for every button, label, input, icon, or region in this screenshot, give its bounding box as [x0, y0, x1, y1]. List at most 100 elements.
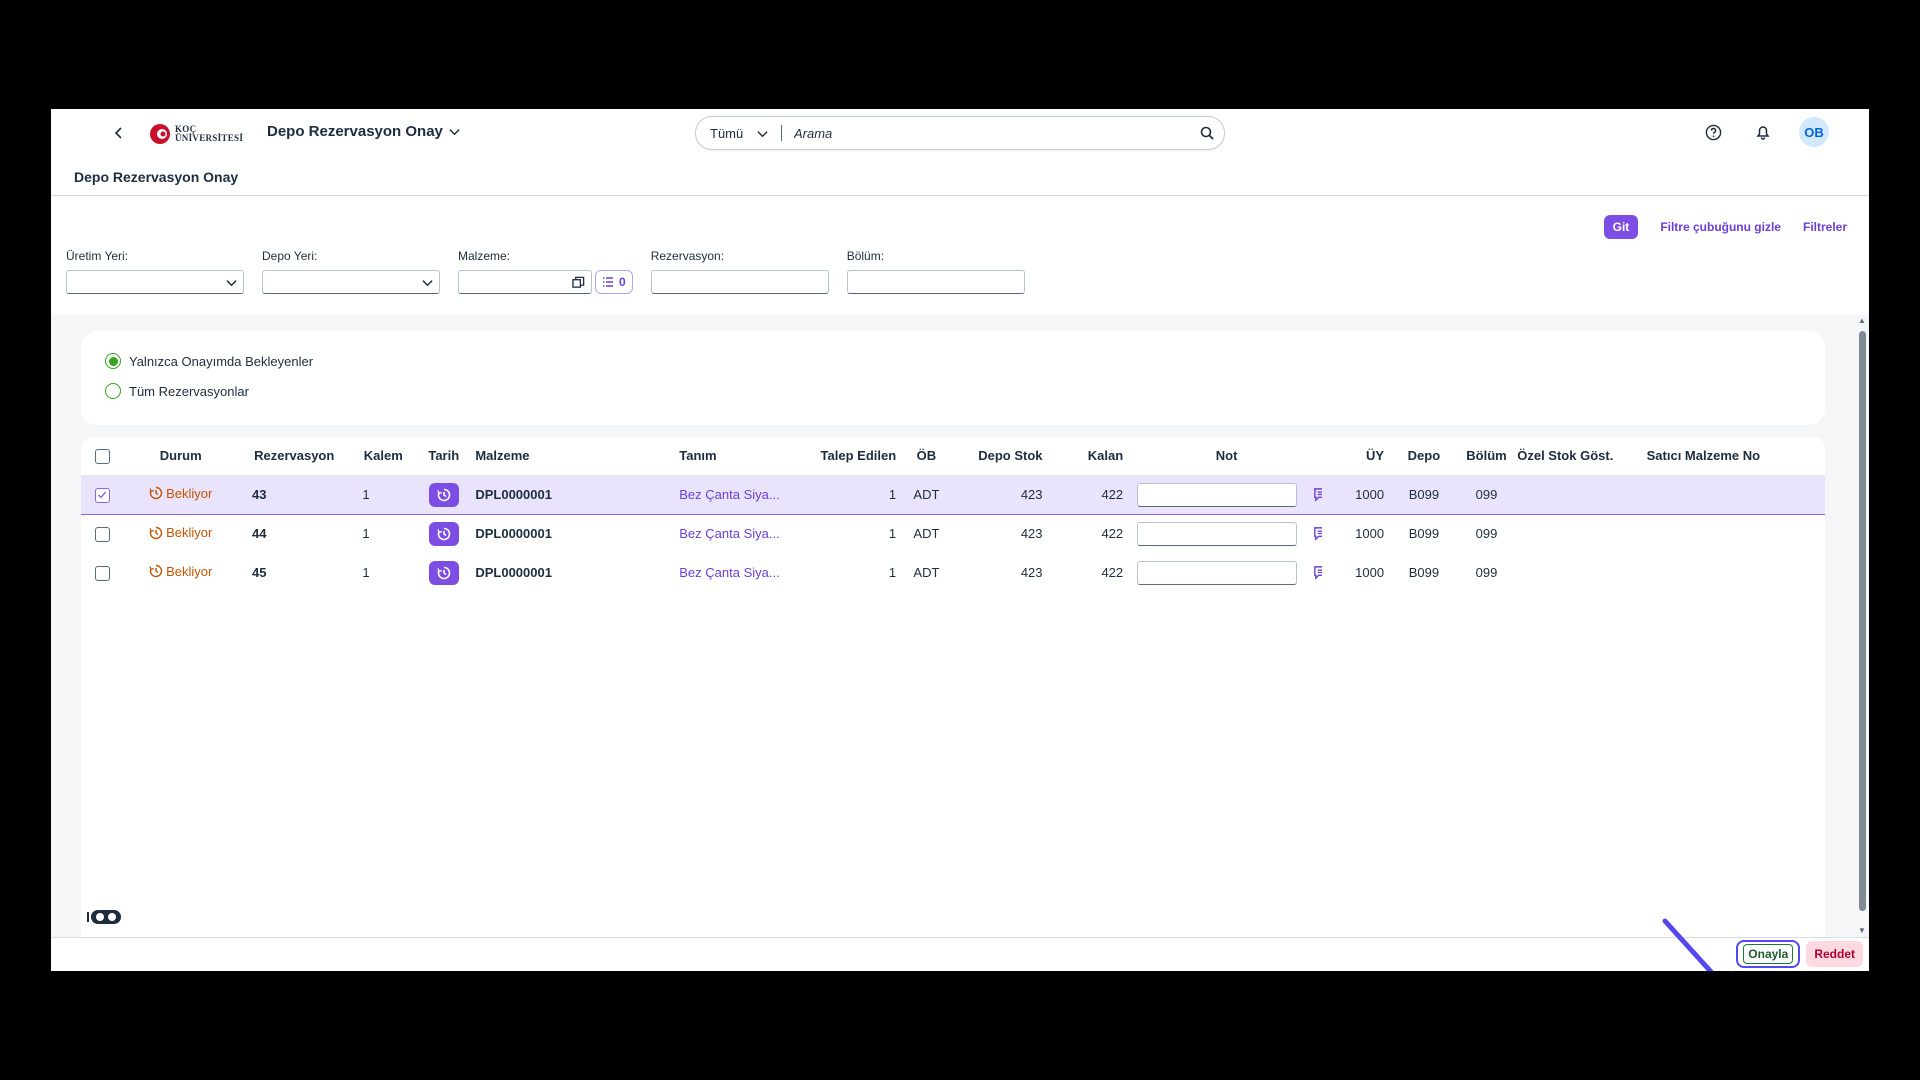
material-token-button[interactable]: 0 — [595, 270, 633, 294]
comment-button[interactable] — [1313, 565, 1323, 580]
row-checkbox[interactable] — [94, 565, 110, 581]
go-button[interactable]: Git — [1603, 215, 1639, 239]
reject-button[interactable]: Reddet — [1806, 941, 1863, 967]
row-checkbox[interactable] — [94, 526, 110, 542]
plant-select[interactable] — [66, 270, 244, 294]
table-row[interactable]: Bekliyor 44 1 DPL0000001 Bez Çanta Siya... 1 A… — [81, 514, 1825, 553]
app-window: KOÇ ÜNİVERSİTESİ Depo Rezervasyon Onay T… — [51, 109, 1869, 971]
comment-button[interactable] — [1313, 487, 1323, 502]
stock-cell: 423 — [1020, 565, 1043, 580]
date-history-button[interactable] — [428, 560, 459, 585]
vendor-material-cell — [1647, 553, 1825, 592]
description-link[interactable]: Bez Çanta Siya... — [679, 565, 779, 580]
plant-cell: 1000 — [1322, 475, 1393, 514]
logo-wordmark: KOÇ ÜNİVERSİTESİ — [175, 125, 243, 143]
radio-all-reservations[interactable]: Tüm Rezervasyonlar — [105, 383, 249, 399]
table-row[interactable]: Bekliyor 45 1 DPL0000001 Bez Çanta Siya... 1 A… — [81, 553, 1825, 592]
comment-button[interactable] — [1313, 526, 1323, 542]
col-header-special-stock[interactable]: Özel Stok Göst. — [1517, 437, 1647, 476]
col-header-plant[interactable]: ÜY — [1322, 437, 1393, 476]
search-input[interactable] — [782, 125, 1190, 141]
filters-link[interactable]: Filtreler — [1803, 220, 1847, 234]
clock-pending-icon — [149, 526, 163, 539]
storage-select[interactable] — [262, 270, 440, 294]
description-cell: Bez Çanta Siya... — [679, 514, 787, 553]
comment-icon — [1313, 488, 1323, 502]
col-header-item[interactable]: Kalem — [350, 437, 417, 476]
table-row[interactable]: Bekliyor 43 1 DPL0000001 Bez Çanta Siya... 1 A… — [81, 475, 1825, 514]
row-select-cell — [81, 514, 123, 553]
notifications-button[interactable] — [1749, 118, 1777, 146]
col-header-material[interactable]: Malzeme — [471, 437, 680, 476]
unit-cell: ADT — [913, 565, 940, 580]
col-header-stock[interactable]: Depo Stok — [948, 437, 1051, 476]
reservation-cell: 44 — [251, 526, 267, 542]
col-header-date[interactable]: Tarih — [416, 437, 472, 476]
select-all-cell — [81, 437, 124, 476]
koc-logo-mark-icon — [150, 124, 170, 144]
row-checkbox[interactable] — [94, 487, 110, 503]
radio-selected-indicator — [105, 353, 121, 369]
material-input[interactable] — [458, 270, 592, 294]
col-header-unit[interactable]: ÖB — [904, 437, 949, 476]
reservation-input[interactable] — [650, 270, 829, 294]
status-text: Bekliyor — [166, 563, 213, 579]
col-header-status[interactable]: Durum — [123, 437, 238, 476]
col-header-vendor-material[interactable]: Satıcı Malzeme No — [1646, 437, 1825, 476]
note-input[interactable] — [1137, 482, 1298, 507]
app-title-menu[interactable]: Depo Rezervasyon Onay — [267, 123, 460, 140]
date-cell — [416, 514, 471, 553]
vendor-material-cell — [1646, 475, 1825, 514]
storage-label: Depo Yeri: — [262, 249, 318, 263]
search-scope-select[interactable]: Tümü — [696, 125, 782, 141]
col-header-remaining[interactable]: Kalan — [1050, 437, 1132, 476]
item-cell: 1 — [350, 475, 417, 514]
row-select-cell — [81, 475, 124, 514]
filter-plant: Üretim Yeri: — [66, 249, 244, 294]
filter-storage: Depo Yeri: — [262, 249, 440, 294]
scrollbar-thumb[interactable] — [1859, 331, 1866, 911]
note-input[interactable] — [1137, 521, 1298, 546]
col-header-note[interactable]: Not — [1131, 437, 1323, 476]
status-text: Bekliyor — [166, 485, 213, 501]
reservation-table-card: Durum Rezervasyon Kalem Tarih Malzeme Ta… — [81, 437, 1825, 937]
toggle-widget[interactable] — [87, 909, 123, 925]
requested-cell: 1 — [787, 475, 905, 514]
plant-label: Üretim Yeri: — [66, 249, 129, 263]
help-button[interactable] — [1699, 118, 1727, 146]
scroll-down-icon[interactable]: ▼ — [1858, 927, 1866, 935]
filter-section: Bölüm: — [846, 249, 1025, 294]
footer-divider — [51, 937, 1869, 938]
vertical-scrollbar[interactable]: ▲ ▼ — [1855, 315, 1869, 937]
approve-button[interactable]: Onayla — [1736, 940, 1801, 968]
list-icon — [603, 277, 613, 287]
select-all-checkbox[interactable] — [94, 448, 110, 464]
radio-pending-only[interactable]: Yalnızca Onayımda Bekleyenler — [105, 353, 313, 369]
col-header-requested[interactable]: Talep Edilen — [787, 437, 905, 476]
chevron-down-icon — [449, 129, 460, 136]
date-history-button[interactable] — [428, 482, 459, 507]
section-cell: 099 — [1475, 565, 1498, 580]
col-header-storage[interactable]: Depo — [1392, 437, 1456, 476]
description-cell: Bez Çanta Siya... — [679, 553, 787, 592]
title-divider — [51, 195, 1869, 196]
value-help-icon[interactable] — [572, 276, 585, 289]
col-header-description[interactable]: Tanım — [679, 437, 788, 476]
koc-university-logo[interactable]: KOÇ ÜNİVERSİTESİ — [149, 123, 243, 145]
col-header-section[interactable]: Bölüm — [1455, 437, 1518, 476]
date-history-button[interactable] — [428, 521, 459, 546]
note-input[interactable] — [1137, 560, 1298, 585]
app-title: Depo Rezervasyon Onay — [267, 123, 443, 140]
section-input[interactable] — [846, 270, 1025, 294]
user-avatar[interactable]: OB — [1799, 117, 1829, 147]
comment-icon — [1313, 527, 1323, 542]
col-header-reservation[interactable]: Rezervasyon — [237, 437, 351, 476]
remaining-cell: 422 — [1050, 475, 1132, 514]
hide-filter-bar-link[interactable]: Filtre çubuğunu gizle — [1660, 220, 1781, 234]
scroll-up-icon[interactable]: ▲ — [1858, 317, 1866, 325]
search-button[interactable] — [1190, 116, 1224, 150]
row-select-cell — [81, 553, 123, 592]
description-link[interactable]: Bez Çanta Siya... — [679, 487, 779, 502]
description-link[interactable]: Bez Çanta Siya... — [679, 526, 779, 541]
back-button[interactable] — [107, 121, 131, 145]
